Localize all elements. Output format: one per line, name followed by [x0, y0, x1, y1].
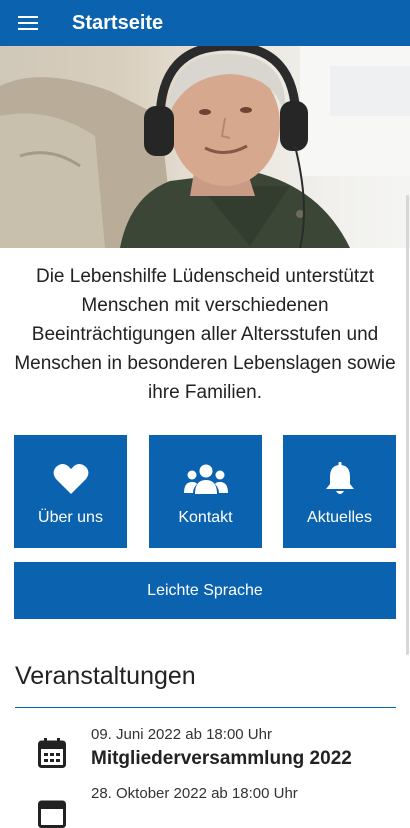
- calendar-icon: [38, 738, 66, 768]
- section-divider: [15, 707, 396, 708]
- app-bar: Startseite: [0, 0, 410, 46]
- events-heading: Veranstaltungen: [15, 662, 196, 690]
- tile-label: Kontakt: [178, 509, 233, 526]
- scrollbar[interactable]: [406, 195, 409, 655]
- tile-ueber-uns[interactable]: Über uns: [14, 435, 127, 548]
- tile-aktuelles[interactable]: Aktuelles: [283, 435, 396, 548]
- heart-icon: [53, 463, 88, 494]
- intro-text: Die Lebenshilfe Lüdenscheid unterstützt …: [14, 266, 396, 403]
- bell-icon: [325, 462, 354, 494]
- event-title: Mitgliederversammlung 2022: [91, 748, 352, 769]
- tile-label: Aktuelles: [307, 509, 372, 526]
- tile-label: Über uns: [38, 509, 103, 526]
- tile-kontakt[interactable]: Kontakt: [149, 435, 262, 548]
- calendar-icon: [38, 800, 66, 828]
- hero-image: [0, 46, 410, 248]
- leichte-sprache-button[interactable]: Leichte Sprache: [14, 562, 396, 619]
- event-date: 28. Oktober 2022 ab 18:00 Uhr: [91, 785, 298, 802]
- people-icon: [183, 464, 228, 494]
- menu-button[interactable]: [0, 0, 56, 46]
- page-title: Startseite: [72, 11, 164, 34]
- menu-icon: [18, 16, 38, 30]
- event-date: 09. Juni 2022 ab 18:00 Uhr: [91, 726, 272, 743]
